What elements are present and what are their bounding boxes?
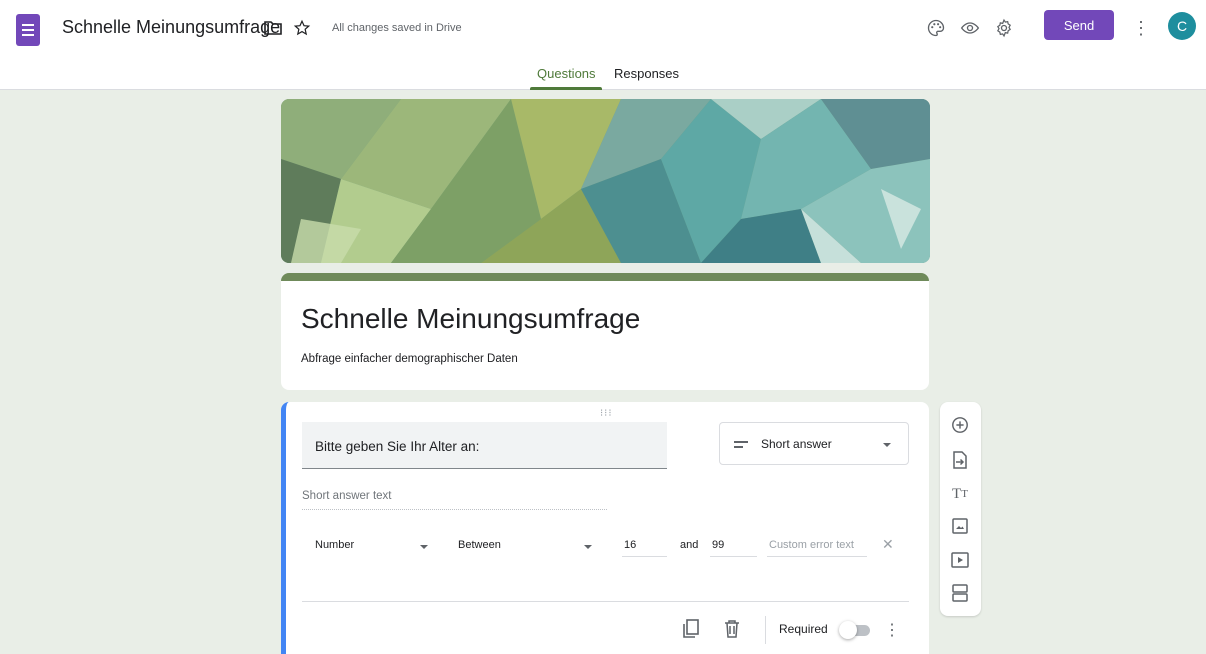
top-bar: Schnelle Meinungsumfrage All changes sav… [0, 0, 1206, 90]
settings-gear-icon[interactable] [992, 16, 1016, 40]
save-status: All changes saved in Drive [332, 22, 462, 34]
more-options-icon[interactable]: ⋮ [884, 620, 900, 640]
tab-responses[interactable]: Responses [614, 66, 679, 81]
response-validation-row: Number Between 16 and 99 Custom error te… [302, 530, 909, 560]
question-type-label: Short answer [761, 437, 832, 451]
dropdown-caret-icon [883, 443, 891, 447]
add-section-icon[interactable] [949, 582, 971, 604]
footer-vertical-divider [765, 616, 766, 644]
delete-trash-icon[interactable] [722, 618, 742, 640]
form-title-card: Schnelle Meinungsumfrage Abfrage einfach… [281, 273, 929, 390]
tab-questions[interactable]: Questions [537, 66, 596, 81]
question-title-text: Bitte geben Sie Ihr Alter an: [315, 439, 480, 454]
duplicate-icon[interactable] [681, 618, 701, 640]
validation-min-input[interactable]: 16 [624, 539, 636, 551]
form-description[interactable]: Abfrage einfacher demographischer Daten [301, 353, 518, 365]
question-card[interactable]: ⁝⁝⁝ Bitte geben Sie Ihr Alter an: Short … [281, 402, 929, 654]
document-title[interactable]: Schnelle Meinungsumfrage [62, 17, 280, 38]
send-button[interactable]: Send [1044, 10, 1114, 40]
question-title-input[interactable]: Bitte geben Sie Ihr Alter an: [302, 422, 667, 469]
close-icon[interactable]: ✕ [882, 536, 894, 553]
folder-icon[interactable] [261, 16, 285, 40]
account-avatar[interactable]: C [1168, 12, 1196, 40]
short-answer-placeholder: Short answer text [302, 490, 607, 510]
card-footer-divider [302, 601, 909, 602]
add-video-icon[interactable] [949, 549, 971, 571]
side-toolbar: TT [940, 402, 981, 616]
forms-logo-icon[interactable] [16, 14, 40, 46]
short-answer-type-icon [734, 441, 748, 448]
custom-error-input[interactable]: Custom error text [769, 539, 854, 551]
required-toggle[interactable] [839, 621, 870, 639]
error-input-underline [767, 556, 867, 557]
star-icon[interactable] [290, 16, 314, 40]
import-questions-icon[interactable] [949, 449, 971, 471]
active-tab-indicator [530, 87, 602, 90]
more-vert-icon[interactable]: ⋮ [1129, 16, 1153, 40]
drag-handle-icon[interactable]: ⁝⁝⁝ [600, 408, 613, 419]
validation-kind-dropdown[interactable]: Number [315, 539, 354, 551]
question-type-dropdown[interactable]: Short answer [719, 422, 909, 465]
validation-condition-dropdown[interactable]: Between [458, 539, 501, 551]
validation-max-input[interactable]: 99 [712, 539, 724, 551]
validation-and-label: and [680, 539, 699, 551]
add-image-icon[interactable] [949, 515, 971, 537]
validation-kind-caret-icon[interactable] [420, 545, 428, 549]
max-input-underline [710, 556, 757, 557]
add-title-icon[interactable]: TT [949, 483, 971, 505]
required-toggle-knob[interactable] [839, 621, 857, 639]
preview-eye-icon[interactable] [958, 16, 982, 40]
add-question-icon[interactable] [949, 414, 971, 436]
header-banner-image [281, 99, 930, 263]
form-title[interactable]: Schnelle Meinungsumfrage [301, 303, 640, 335]
required-label: Required [779, 622, 828, 636]
validation-condition-caret-icon[interactable] [584, 545, 592, 549]
min-input-underline [622, 556, 667, 557]
palette-icon[interactable] [924, 16, 948, 40]
